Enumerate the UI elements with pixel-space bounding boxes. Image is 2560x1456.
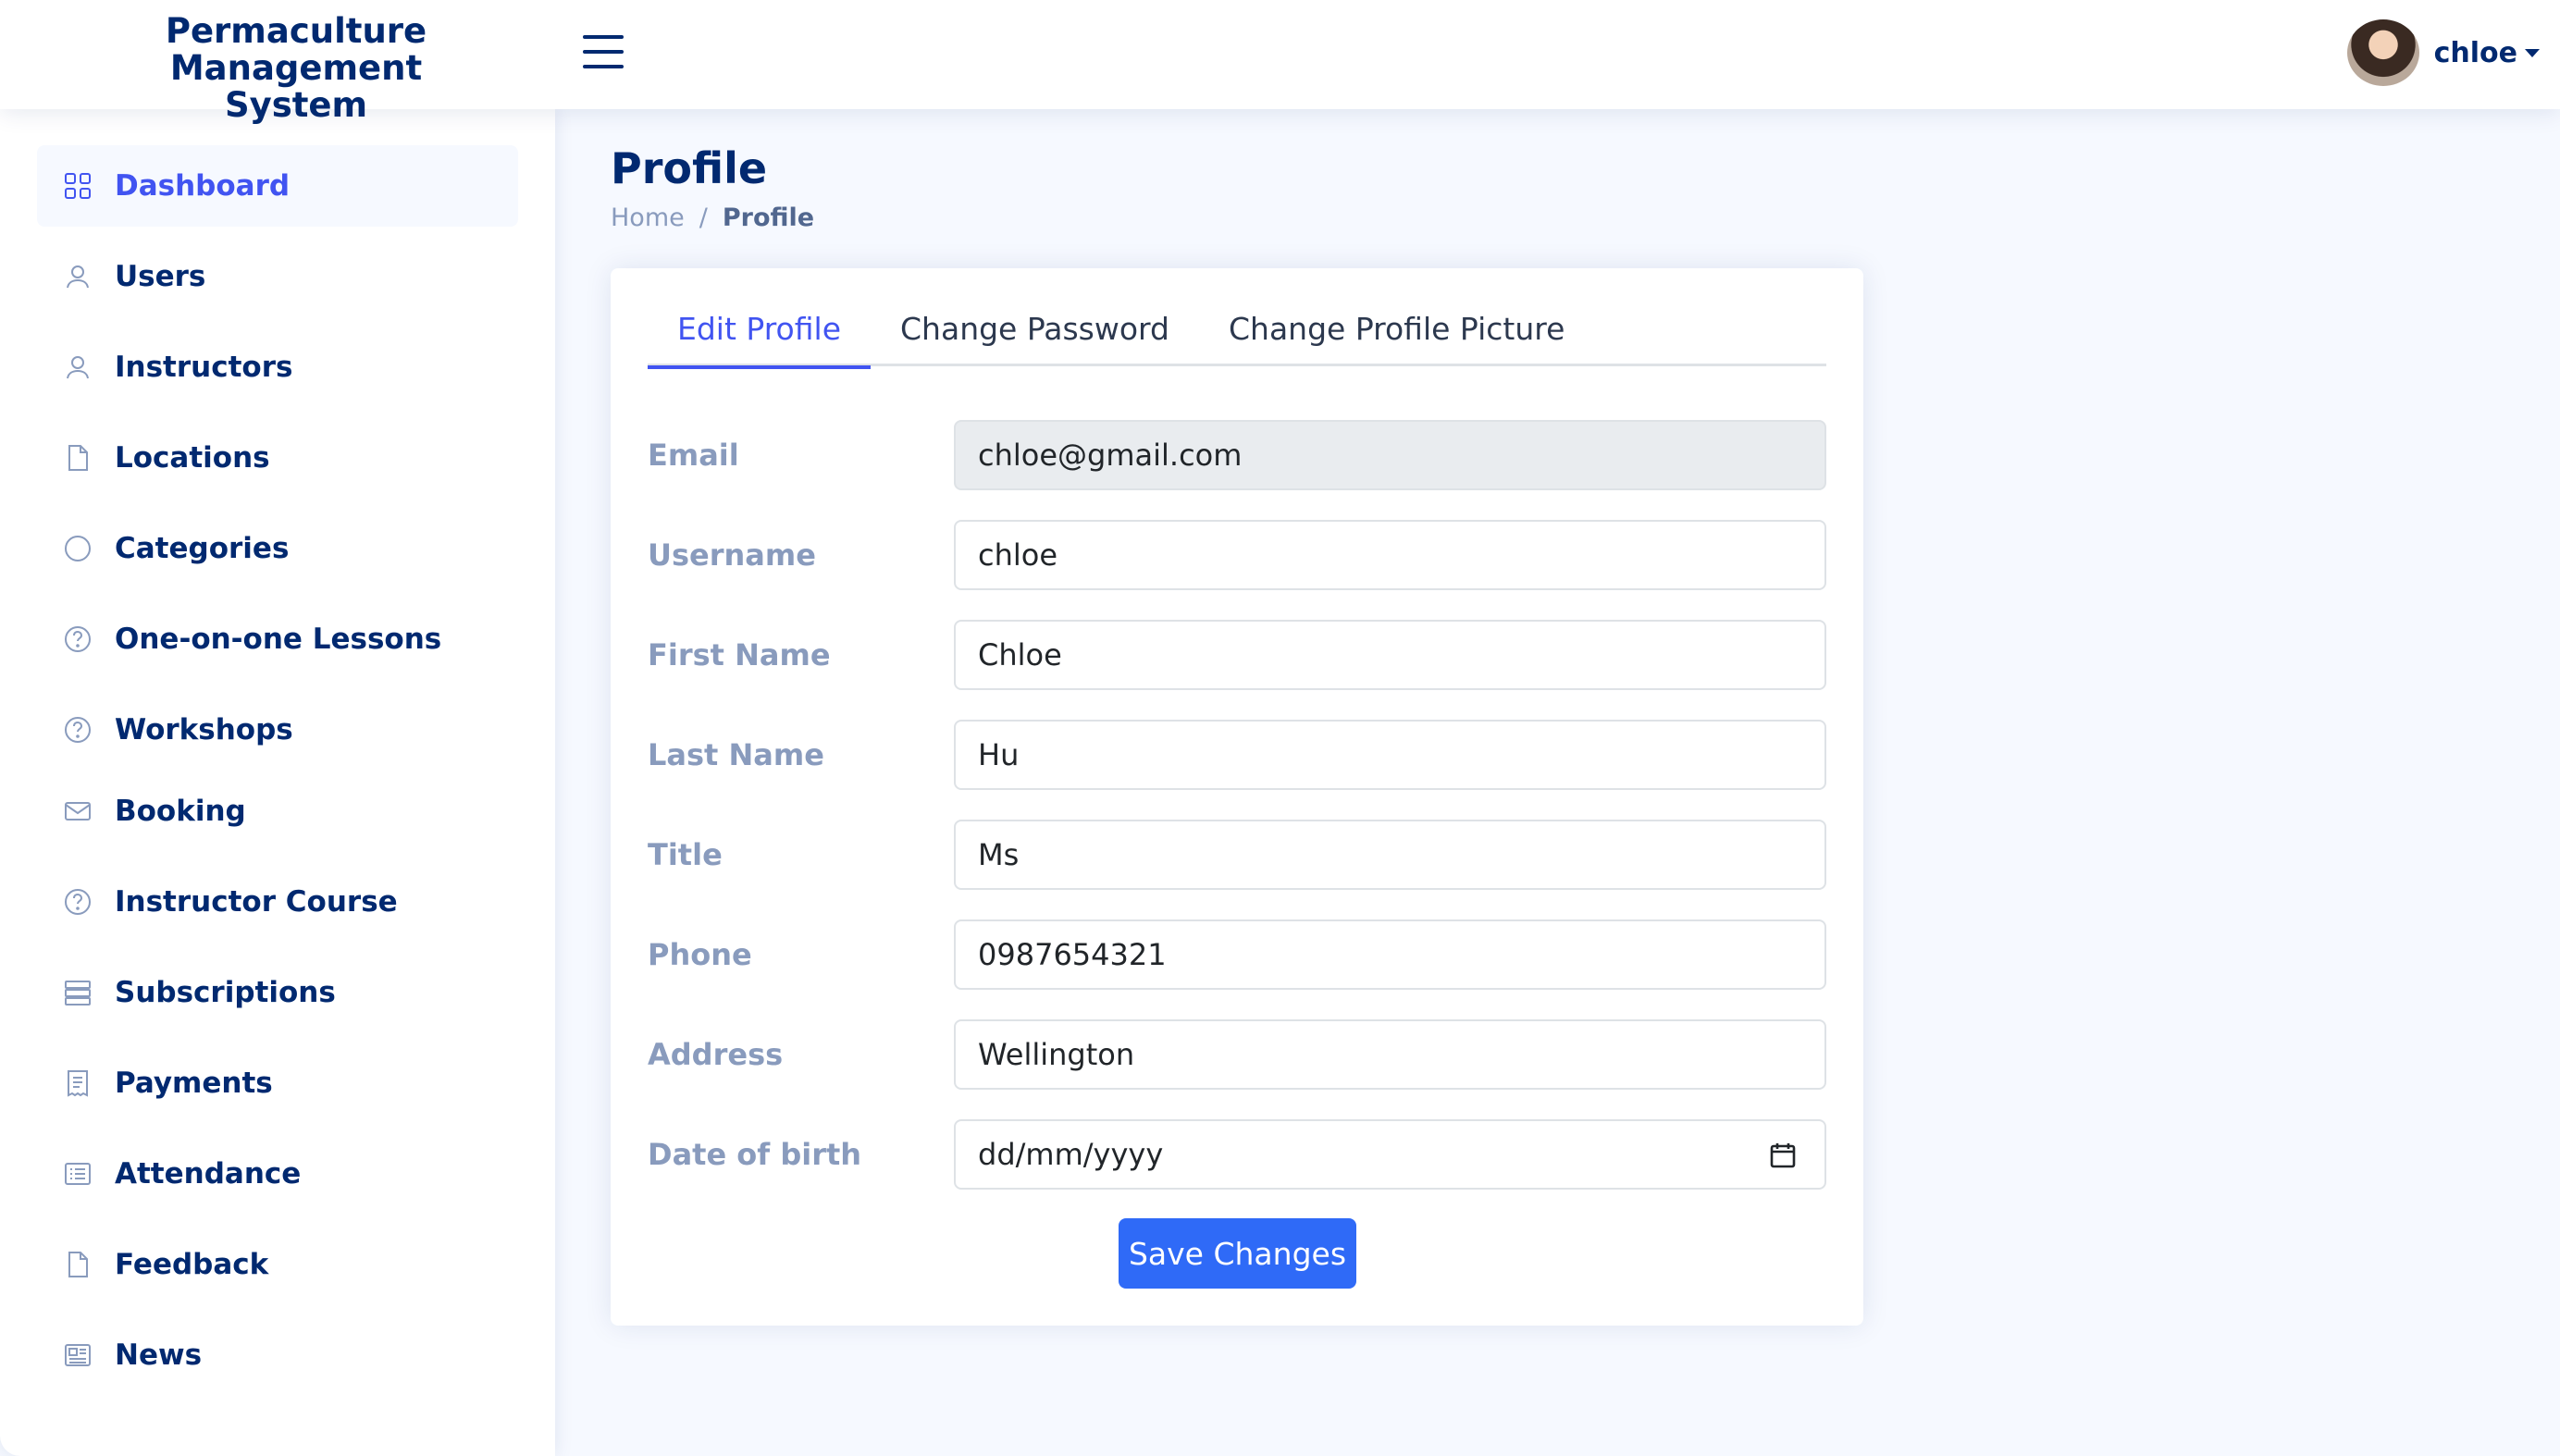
email-label: Email bbox=[648, 438, 739, 473]
sidebar-item-booking[interactable]: Booking bbox=[37, 771, 518, 852]
sidebar-item-users[interactable]: Users bbox=[37, 236, 518, 317]
sidebar-item-label: Subscriptions bbox=[115, 976, 336, 1009]
sidebar-item-instructor-course[interactable]: Instructor Course bbox=[37, 861, 518, 943]
calendar-icon[interactable] bbox=[1769, 1141, 1797, 1169]
username-label: Username bbox=[648, 537, 816, 573]
person-icon bbox=[63, 352, 93, 382]
tab-edit-profile[interactable]: Edit Profile bbox=[648, 305, 872, 369]
phone-row: Phone 0987654321 bbox=[648, 919, 1826, 990]
sidebar-item-label: One-on-one Lessons bbox=[115, 623, 442, 656]
sidebar-item-feedback[interactable]: Feedback bbox=[37, 1224, 518, 1305]
sidebar-item-locations[interactable]: Locations bbox=[37, 417, 518, 499]
phone-input[interactable]: 0987654321 bbox=[954, 919, 1826, 990]
caret-down-icon bbox=[2525, 48, 2540, 57]
file-icon bbox=[63, 1250, 93, 1279]
sidebar-item-payments[interactable]: Payments bbox=[37, 1043, 518, 1124]
receipt-icon bbox=[63, 1068, 93, 1098]
save-changes-button[interactable]: Save Changes bbox=[1119, 1218, 1356, 1289]
menu-toggle-icon[interactable] bbox=[581, 33, 625, 70]
breadcrumb-home-link[interactable]: Home bbox=[611, 204, 685, 232]
sidebar-item-workshops[interactable]: Workshops bbox=[37, 689, 518, 771]
sidebar-item-label: Instructor Course bbox=[115, 885, 398, 919]
username-input[interactable]: chloe bbox=[954, 520, 1826, 590]
date-of-birth-row: Date of birth dd/mm/yyyy bbox=[648, 1119, 1826, 1190]
sidebar-item-label: Booking bbox=[115, 795, 246, 828]
title-label: Title bbox=[648, 837, 723, 872]
grid-icon bbox=[63, 171, 93, 201]
logo-line-1: Permaculture Management bbox=[165, 11, 427, 88]
profile-tabs: Edit Profile Change Password Change Prof… bbox=[648, 305, 1826, 369]
sidebar-item-dashboard[interactable]: Dashboard bbox=[37, 145, 518, 227]
question-circle-icon bbox=[63, 624, 93, 654]
sidebar-item-categories[interactable]: Categories bbox=[37, 508, 518, 589]
address-label: Address bbox=[648, 1037, 784, 1072]
user-menu[interactable]: chloe bbox=[2346, 19, 2540, 87]
sidebar-item-one-on-one-lessons[interactable]: One-on-one Lessons bbox=[37, 598, 518, 680]
sidebar-item-label: Feedback bbox=[115, 1248, 269, 1281]
person-icon bbox=[63, 262, 93, 291]
logo-line-2: System bbox=[224, 85, 368, 125]
username-row: Username chloe bbox=[648, 520, 1826, 590]
title-row: Title Ms bbox=[648, 820, 1826, 890]
breadcrumb-current: Profile bbox=[722, 204, 815, 232]
sidebar-item-attendance[interactable]: Attendance bbox=[37, 1133, 518, 1215]
sidebar-item-label: News bbox=[115, 1339, 203, 1372]
first-name-input[interactable]: Chloe bbox=[954, 620, 1826, 690]
tab-change-password[interactable]: Change Password bbox=[871, 305, 1199, 366]
sidebar-item-label: Instructors bbox=[115, 351, 293, 384]
list-icon bbox=[63, 1159, 93, 1189]
layers-icon bbox=[63, 978, 93, 1007]
phone-label: Phone bbox=[648, 937, 752, 972]
envelope-icon bbox=[63, 796, 93, 826]
date-of-birth-placeholder: dd/mm/yyyy bbox=[978, 1137, 1164, 1172]
sidebar-item-label: Attendance bbox=[115, 1157, 302, 1191]
last-name-row: Last Name Hu bbox=[648, 720, 1826, 790]
sidebar-item-news[interactable]: News bbox=[37, 1314, 518, 1396]
file-icon bbox=[63, 443, 93, 473]
last-name-input[interactable]: Hu bbox=[954, 720, 1826, 790]
email-field: chloe@gmail.com bbox=[954, 420, 1826, 490]
address-row: Address Wellington bbox=[648, 1019, 1826, 1090]
question-circle-icon bbox=[63, 887, 93, 917]
sidebar-item-subscriptions[interactable]: Subscriptions bbox=[37, 952, 518, 1033]
tab-change-profile-picture[interactable]: Change Profile Picture bbox=[1199, 305, 1594, 366]
date-of-birth-label: Date of birth bbox=[648, 1137, 862, 1172]
date-of-birth-input[interactable]: dd/mm/yyyy bbox=[954, 1119, 1826, 1190]
sidebar-item-instructors[interactable]: Instructors bbox=[37, 327, 518, 408]
top-header: Permaculture Management System chloe bbox=[0, 0, 2560, 124]
page-title: Profile bbox=[611, 143, 768, 193]
email-row: Email chloe@gmail.com bbox=[648, 420, 1826, 490]
first-name-label: First Name bbox=[648, 637, 831, 672]
avatar[interactable] bbox=[2346, 19, 2419, 86]
last-name-label: Last Name bbox=[648, 737, 824, 772]
sidebar: Dashboard Users Instructors Locations Ca… bbox=[0, 109, 555, 1456]
question-circle-icon bbox=[63, 715, 93, 745]
sidebar-item-label: Categories bbox=[115, 532, 290, 565]
circle-icon bbox=[63, 534, 93, 563]
profile-card: Edit Profile Change Password Change Prof… bbox=[611, 268, 1863, 1326]
breadcrumb: Home / Profile bbox=[611, 204, 814, 232]
sidebar-item-label: Workshops bbox=[115, 713, 293, 747]
user-name[interactable]: chloe bbox=[2434, 37, 2517, 69]
title-input[interactable]: Ms bbox=[954, 820, 1826, 890]
breadcrumb-separator: / bbox=[699, 204, 708, 232]
app-logo[interactable]: Permaculture Management System bbox=[46, 13, 546, 124]
address-input[interactable]: Wellington bbox=[954, 1019, 1826, 1090]
sidebar-item-label: Locations bbox=[115, 441, 270, 475]
sidebar-item-label: Dashboard bbox=[115, 169, 291, 203]
newspaper-icon bbox=[63, 1340, 93, 1370]
sidebar-item-label: Users bbox=[115, 260, 206, 293]
sidebar-item-label: Payments bbox=[115, 1067, 273, 1100]
first-name-row: First Name Chloe bbox=[648, 620, 1826, 690]
